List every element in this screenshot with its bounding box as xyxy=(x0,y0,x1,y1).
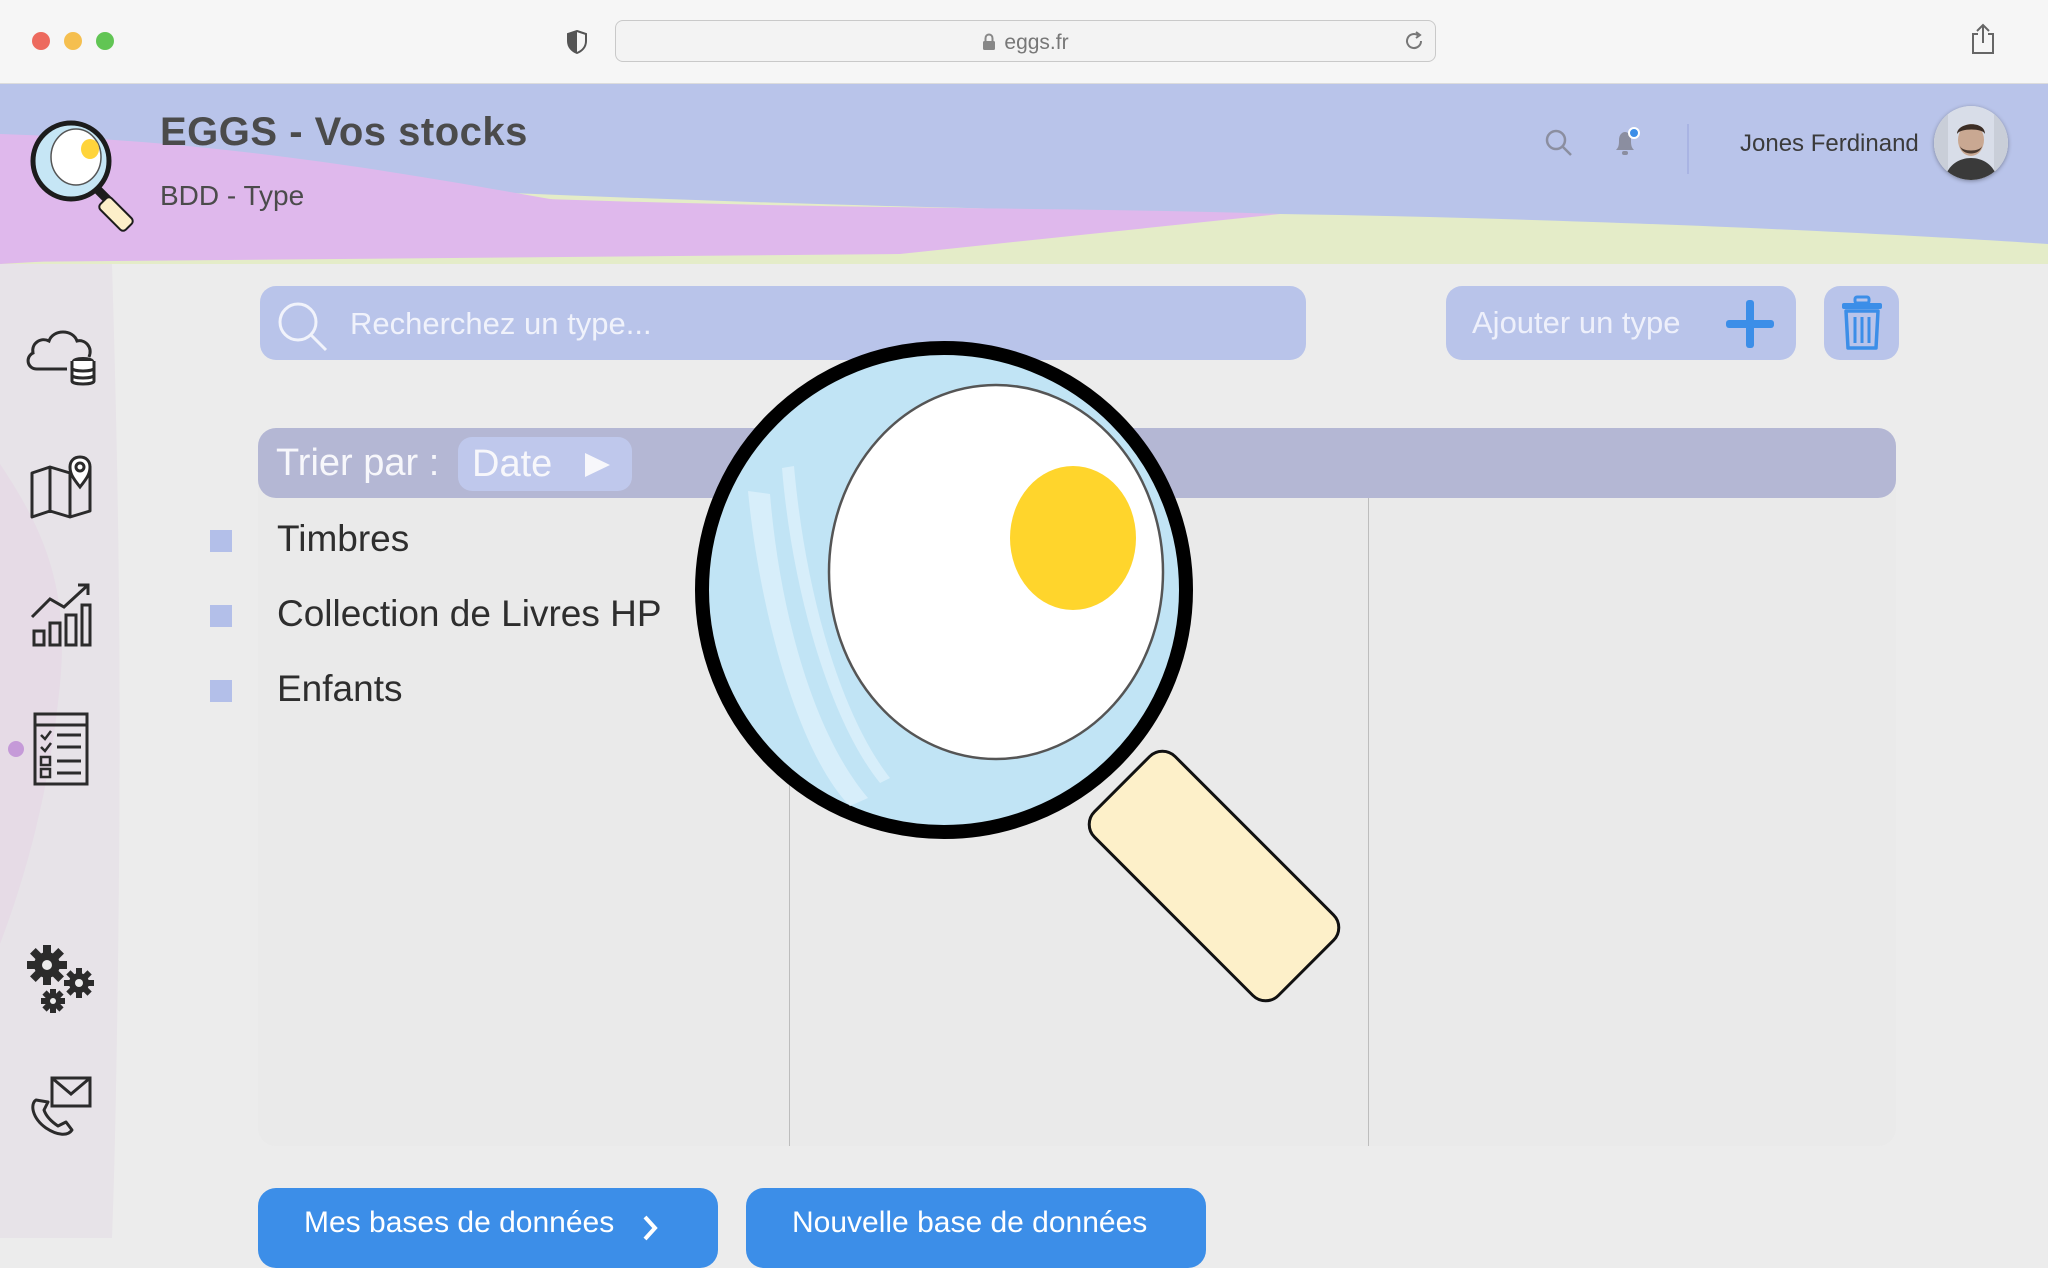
sidebar-item-contact[interactable] xyxy=(20,1066,102,1148)
play-arrow-icon xyxy=(585,453,610,477)
page-title: EGGS - Vos stocks xyxy=(160,110,528,154)
search-icon[interactable] xyxy=(1544,128,1574,158)
new-database-label: Nouvelle base de données xyxy=(792,1206,1148,1239)
user-name[interactable]: Jones Ferdinand xyxy=(1740,130,1919,158)
sidebar-item-map[interactable] xyxy=(20,445,102,527)
url-text: eggs.fr xyxy=(1004,31,1069,54)
sidebar-item-cloud-database[interactable] xyxy=(20,314,102,396)
shield-icon[interactable] xyxy=(566,30,588,54)
my-databases-label: Mes bases de données xyxy=(304,1206,615,1239)
search-icon xyxy=(278,302,328,352)
address-bar[interactable]: eggs.fr xyxy=(615,20,1436,62)
reload-icon[interactable] xyxy=(1403,30,1425,52)
list-bullet xyxy=(210,605,232,627)
delete-button[interactable] xyxy=(1824,286,1899,360)
maximize-window-button[interactable] xyxy=(96,32,114,50)
close-window-button[interactable] xyxy=(32,32,50,50)
list-item-label: Enfants xyxy=(277,668,403,709)
new-database-button[interactable]: Nouvelle base de données xyxy=(746,1188,1206,1268)
list-item-label: Timbres xyxy=(277,518,410,559)
avatar[interactable] xyxy=(1934,106,2008,180)
sort-value: Date xyxy=(472,443,553,485)
plus-icon xyxy=(1726,300,1774,348)
trash-icon xyxy=(1841,295,1882,350)
list-item[interactable]: Collection de Livres HP xyxy=(210,585,710,645)
user-avatar-image xyxy=(1934,106,2008,180)
magnifier-egg-illustration xyxy=(695,341,1341,1003)
page-subtitle: BDD - Type xyxy=(160,180,305,211)
gears-icon xyxy=(27,945,94,1013)
my-databases-button[interactable]: Mes bases de données xyxy=(258,1188,718,1268)
share-icon[interactable] xyxy=(1970,23,1996,55)
checklist-table-icon xyxy=(33,712,89,786)
sort-selector[interactable]: Date xyxy=(458,437,632,491)
sort-label: Trier par : xyxy=(276,442,440,484)
url-display: eggs.fr xyxy=(616,31,1435,55)
list-item[interactable]: Timbres xyxy=(210,510,440,570)
list-bullet xyxy=(210,530,232,552)
cloud-database-icon xyxy=(26,330,96,386)
sidebar-item-settings[interactable] xyxy=(20,938,102,1020)
app-logo[interactable] xyxy=(26,116,142,232)
list-bullet xyxy=(210,680,232,702)
sidebar-item-types-table[interactable] xyxy=(20,708,102,790)
list-item[interactable]: Enfants xyxy=(210,660,440,720)
list-item-label: Collection de Livres HP xyxy=(277,593,662,634)
sidebar-item-analytics[interactable] xyxy=(20,573,102,655)
notification-bell-icon[interactable] xyxy=(1610,126,1644,160)
map-pin-icon xyxy=(30,455,92,519)
add-type-label: Ajouter un type xyxy=(1472,305,1681,340)
analytics-chart-icon xyxy=(30,583,92,647)
minimize-window-button[interactable] xyxy=(64,32,82,50)
header-divider xyxy=(1687,124,1689,174)
lock-icon xyxy=(983,33,996,50)
browser-toolbar: eggs.fr xyxy=(0,0,2048,84)
add-type-button[interactable]: Ajouter un type xyxy=(1446,286,1796,360)
phone-mail-icon xyxy=(31,1076,92,1136)
